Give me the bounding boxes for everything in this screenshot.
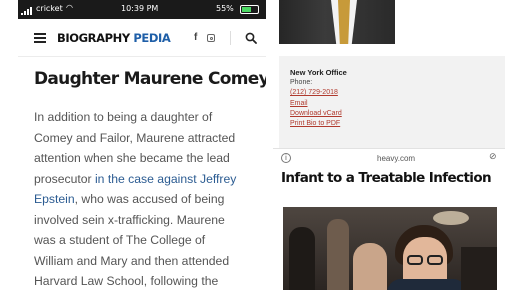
carrier-label: cricket — [36, 4, 63, 13]
site-header: BIOGRAPHY PEDIA f — [18, 19, 266, 57]
status-bar: cricket ◠ 10:39 PM 55% — [18, 0, 266, 19]
profile-photo — [279, 0, 395, 44]
phone-label: Phone: — [290, 79, 313, 86]
epstein-link[interactable]: Epstein — [34, 192, 75, 206]
body-text: , who was accused of being — [74, 192, 225, 206]
right-phone-screen: New York Office Phone: (212) 729-2018 Em… — [269, 0, 505, 290]
email-link[interactable]: Email — [290, 100, 308, 107]
body-line: Comey and Failor, Maurene attracted — [34, 130, 236, 145]
signal-icon — [21, 6, 33, 15]
facebook-icon[interactable]: f — [194, 32, 197, 43]
print-bio-link[interactable]: Print Bio to PDF — [290, 120, 340, 127]
logo-text-biography: BIOGRAPHY — [57, 31, 134, 45]
body-line: In addition to being a daughter of — [34, 110, 213, 124]
body-line: prosecutor in the case against Jeffrey — [34, 169, 262, 190]
info-icon[interactable]: i — [281, 153, 291, 163]
download-vcard-link[interactable]: Download vCard — [290, 110, 342, 117]
epstein-case-link[interactable]: in the case against Jeffrey — [95, 172, 236, 186]
body-line: Harvard Law School, following the — [34, 274, 219, 288]
instagram-icon[interactable] — [207, 34, 215, 42]
body-line: involved sein x-trafficking. Maurene — [34, 212, 225, 227]
body-line: attention when she became the lead — [34, 151, 230, 165]
wifi-icon: ◠ — [66, 3, 73, 12]
battery-icon — [240, 5, 259, 14]
body-line: Epstein, who was accused of being — [34, 189, 262, 210]
article-body: In addition to being a daughter of Comey… — [34, 107, 262, 290]
article-photo — [283, 207, 497, 290]
logo-text-pedia: PEDIA — [133, 31, 171, 45]
body-line: William and Mary and then attended — [34, 253, 230, 268]
url-host[interactable]: heavy.com — [377, 154, 415, 163]
browser-url-bar[interactable]: i heavy.com ⊘ — [273, 148, 505, 168]
article-heading: Daughter Maurene Comey — [34, 69, 266, 89]
article-headline: Infant to a Treatable Infection — [281, 170, 492, 186]
site-logo[interactable]: BIOGRAPHY PEDIA — [57, 31, 171, 45]
menu-icon[interactable] — [34, 33, 46, 43]
body-text: prosecutor — [34, 171, 95, 186]
header-divider — [230, 31, 231, 45]
office-contact-card: New York Office Phone: (212) 729-2018 Em… — [279, 56, 505, 148]
body-line: was a student of The College of — [34, 233, 206, 247]
phone-link[interactable]: (212) 729-2018 — [290, 89, 338, 96]
left-phone-screen: cricket ◠ 10:39 PM 55% BIOGRAPHY PEDIA f… — [18, 0, 266, 290]
link-icon[interactable]: ⊘ — [489, 152, 497, 162]
clock-label: 10:39 PM — [121, 4, 159, 13]
office-title: New York Office — [290, 68, 347, 77]
battery-percent: 55% — [216, 4, 234, 13]
search-icon[interactable] — [245, 32, 257, 44]
